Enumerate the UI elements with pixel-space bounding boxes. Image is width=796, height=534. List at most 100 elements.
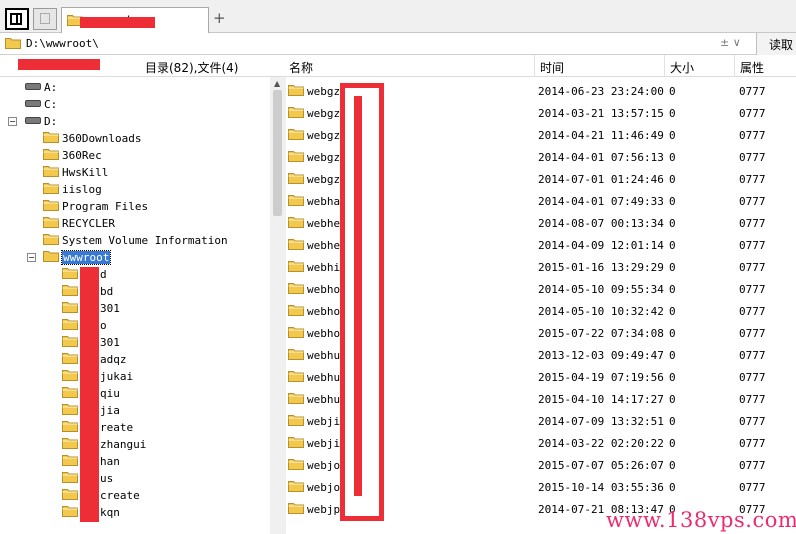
folder-icon (62, 404, 78, 415)
file-size: 0 (669, 107, 676, 120)
tab-list-button[interactable] (33, 8, 57, 30)
file-time: 2014-03-21 13:57:15 (538, 107, 664, 120)
directory-tree: A: C: − D: 360Downloads 360Rec HwsKill iisl… (0, 77, 270, 534)
file-name: webjo (307, 459, 341, 472)
tree-label: 301 (100, 336, 120, 349)
file-time: 2014-04-09 12:01:14 (538, 239, 664, 252)
file-name: webgz (307, 107, 341, 120)
collapse-icon[interactable]: − (8, 117, 17, 126)
file-name: webgz (307, 85, 341, 98)
tree-label: iislog (62, 183, 102, 196)
column-divider[interactable] (534, 55, 535, 77)
file-attr: 0777 (739, 371, 766, 384)
file-size: 0 (669, 437, 676, 450)
file-size: 0 (669, 327, 676, 340)
column-size[interactable]: 大小 (670, 59, 694, 76)
page-icon (40, 13, 50, 24)
file-time: 2015-01-16 13:29:29 (538, 261, 664, 274)
file-name: webho (307, 305, 341, 318)
tree-label: HwsKill (62, 166, 109, 179)
file-name: webhe (307, 217, 341, 230)
address-dropdown[interactable]: ± ∨ (720, 36, 741, 49)
folder-icon (288, 305, 304, 316)
address-bar: D:\wwwroot\ ± ∨ 读取 (0, 33, 796, 55)
file-name: webji (307, 437, 341, 450)
tree-label: adqz (100, 353, 127, 366)
folder-icon (62, 319, 78, 330)
file-attr: 0777 (739, 85, 766, 98)
file-attr: 0777 (739, 217, 766, 230)
collapse-icon[interactable]: − (27, 253, 36, 262)
folder-icon (288, 217, 304, 228)
file-name: webjp (307, 503, 341, 516)
file-name: webhu (307, 371, 341, 384)
folder-icon (62, 268, 78, 279)
file-attr: 0777 (739, 129, 766, 142)
file-name: webjo (307, 481, 341, 494)
folder-open-icon (43, 251, 59, 262)
folder-icon (288, 85, 304, 96)
folder-icon (288, 371, 304, 382)
file-name: webhe (307, 239, 341, 252)
scroll-thumb[interactable] (273, 90, 282, 216)
folder-icon (288, 261, 304, 272)
folder-icon (62, 438, 78, 449)
file-size: 0 (669, 459, 676, 472)
tree-scrollbar[interactable]: ▲ (270, 77, 286, 534)
tree-label: o (100, 319, 107, 332)
tab-bar: wwwroot + (0, 0, 796, 33)
folder-icon (288, 173, 304, 184)
column-name[interactable]: 名称 (289, 59, 313, 76)
folder-icon (62, 302, 78, 313)
read-button[interactable]: 读取 (756, 33, 796, 55)
folder-icon (62, 472, 78, 483)
file-name: webhu (307, 349, 341, 362)
file-size: 0 (669, 393, 676, 406)
tab-wwwroot[interactable]: wwwroot (61, 7, 209, 33)
file-time: 2014-06-23 23:24:00 (538, 85, 664, 98)
file-size: 0 (669, 371, 676, 384)
file-size: 0 (669, 415, 676, 428)
scroll-up-icon[interactable]: ▲ (274, 79, 280, 88)
file-size: 0 (669, 305, 676, 318)
file-size: 0 (669, 481, 676, 494)
folder-icon (288, 349, 304, 360)
tree-label: System Volume Information (62, 234, 228, 247)
tree-label: qiu (100, 387, 120, 400)
file-attr: 0777 (739, 283, 766, 296)
folder-icon (62, 370, 78, 381)
tree-label: zhangui (100, 438, 147, 451)
tree-label: d (100, 268, 107, 281)
new-tab-button[interactable]: + (213, 9, 226, 27)
address-input[interactable]: D:\wwwroot\ (26, 37, 99, 50)
tree-label: A: (44, 81, 58, 94)
file-attr: 0777 (739, 107, 766, 120)
column-attr[interactable]: 属性 (740, 59, 764, 76)
file-name: webho (307, 327, 341, 340)
file-attr: 0777 (739, 239, 766, 252)
file-time: 2014-04-01 07:49:33 (538, 195, 664, 208)
file-size: 0 (669, 349, 676, 362)
folder-icon (288, 437, 304, 448)
directory-counts: 目录(82),文件(4) (145, 61, 239, 75)
panel-toggle-button[interactable] (5, 8, 29, 30)
file-time: 2015-10-14 03:55:36 (538, 481, 664, 494)
folder-icon (62, 387, 78, 398)
folder-icon (288, 415, 304, 426)
drive-icon (25, 83, 41, 90)
file-size: 0 (669, 261, 676, 274)
redaction-bar (80, 17, 155, 28)
folder-icon (288, 107, 304, 118)
tree-label: kqn (100, 506, 120, 519)
file-time: 2014-05-10 10:32:42 (538, 305, 664, 318)
tree-label: D: (44, 115, 58, 128)
file-size: 0 (669, 173, 676, 186)
redaction-bar (18, 59, 100, 70)
file-attr: 0777 (739, 305, 766, 318)
file-name: webgz (307, 151, 341, 164)
column-time[interactable]: 时间 (540, 59, 564, 76)
folder-icon (288, 481, 304, 492)
column-divider[interactable] (734, 55, 735, 77)
column-divider[interactable] (664, 55, 665, 77)
file-name: webhi (307, 261, 341, 274)
